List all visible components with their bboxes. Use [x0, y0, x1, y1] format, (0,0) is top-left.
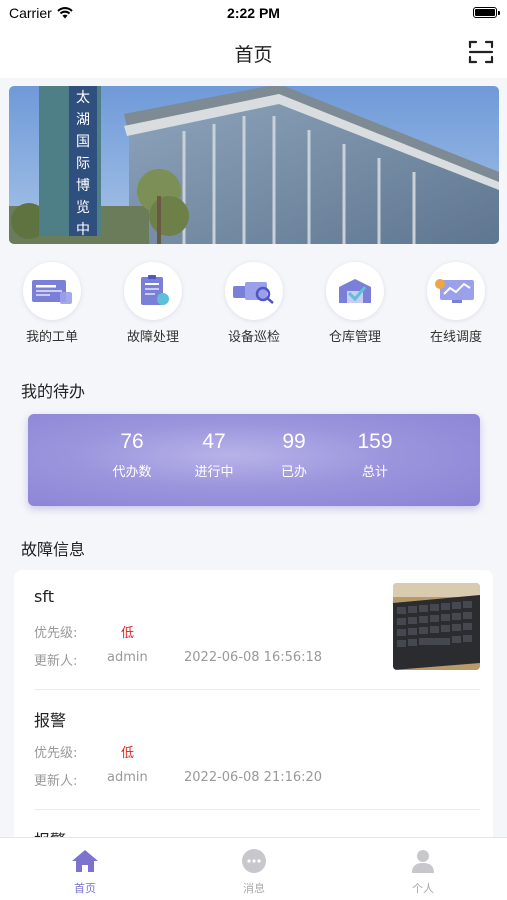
updater-label: 更新人: [34, 654, 78, 669]
updated-at: 2022-06-08 21:16:20 [184, 770, 323, 785]
online-dispatch-icon [427, 262, 485, 320]
banner-sign-char: 湖 [76, 112, 90, 128]
quick-action-work-order[interactable]: 我的工单 [7, 262, 97, 345]
quick-action-label: 我的工单 [25, 330, 78, 345]
fault-priority-row: 优先级: 低 [34, 742, 334, 761]
work-order-icon [23, 262, 81, 320]
battery-icon [473, 7, 500, 18]
tab-bar: 首页 消息 个人 [0, 837, 507, 900]
profile-icon [412, 850, 434, 873]
updater-label: 更新人: [34, 774, 78, 789]
todo-stat-total[interactable]: 159 总计 [335, 430, 415, 480]
priority-label: 优先级: [34, 626, 78, 641]
stat-value: 47 [202, 430, 226, 453]
banner-sign-char: 博 [76, 177, 90, 194]
stat-label: 总计 [361, 465, 388, 480]
status-bar: Carrier 2:22 PM [0, 0, 507, 28]
banner-sign-char: 览 [76, 200, 90, 216]
tab-home[interactable]: 首页 [45, 848, 125, 896]
fault-priority-row: 优先级: 低 [34, 622, 334, 641]
fault-title: sft [34, 587, 54, 606]
updated-at: 2022-06-08 16:56:18 [184, 650, 323, 665]
device-inspection-icon [225, 262, 283, 320]
quick-action-label: 在线调度 [429, 330, 482, 345]
tab-label: 首页 [74, 882, 96, 895]
fault-list-item[interactable]: 报警 [34, 810, 480, 838]
todo-stat-pending[interactable]: 76 代办数 [92, 430, 172, 480]
quick-action-online-dispatch[interactable]: 在线调度 [411, 262, 501, 345]
quick-action-fault-handling[interactable]: 故障处理 [108, 262, 198, 345]
banner-sign-char: 国 [76, 134, 90, 150]
todo-summary-card[interactable]: 76 代办数 47 进行中 99 已办 159 总计 [28, 414, 480, 506]
home-icon [72, 850, 98, 872]
page-title: 首页 [234, 44, 273, 66]
quick-action-warehouse[interactable]: 仓库管理 [310, 262, 400, 345]
stat-label: 代办数 [112, 465, 152, 480]
quick-action-label: 仓库管理 [328, 330, 381, 345]
stat-label: 进行中 [194, 465, 234, 480]
banner-sign-char: 中 [76, 222, 90, 238]
quick-actions: 我的工单 故障处理 设备巡检 仓库管理 在线调度 [0, 262, 507, 345]
updater-value: admin [107, 770, 148, 785]
updater-value: admin [107, 650, 148, 665]
status-time: 2:22 PM [227, 5, 280, 21]
fault-title: 报警 [34, 711, 67, 730]
priority-value: 低 [121, 746, 135, 761]
fault-list-item[interactable]: 报警 优先级: 低 更新人: admin 2022-06-08 21:16:20 [34, 690, 480, 810]
fault-handling-icon [124, 262, 182, 320]
warehouse-icon [326, 262, 384, 320]
fault-updater-row: 更新人: admin 2022-06-08 16:56:18 [34, 650, 374, 669]
banner-image[interactable]: 太 湖 国 际 博 览 中 [9, 86, 499, 244]
fault-updater-row: 更新人: admin 2022-06-08 21:16:20 [34, 770, 374, 789]
stat-value: 159 [357, 430, 393, 453]
banner-sign-char: 际 [76, 156, 90, 172]
stat-value: 76 [120, 430, 144, 453]
todo-section-title: 我的待办 [21, 382, 86, 401]
tab-label: 消息 [243, 882, 265, 895]
nav-bar: 首页 [0, 28, 507, 78]
tab-messages[interactable]: 消息 [214, 848, 294, 896]
fault-list-item[interactable]: sft 优先级: 低 更新人: admin 2022-06-08 16:56:1… [34, 570, 480, 690]
quick-action-device-inspection[interactable]: 设备巡检 [209, 262, 299, 345]
tab-profile[interactable]: 个人 [383, 848, 463, 896]
quick-action-label: 故障处理 [126, 330, 179, 345]
todo-stat-in-progress[interactable]: 47 进行中 [174, 430, 254, 480]
tab-label: 个人 [412, 882, 434, 895]
priority-value: 低 [121, 626, 135, 641]
quick-action-label: 设备巡检 [227, 330, 280, 345]
fault-list: sft 优先级: 低 更新人: admin 2022-06-08 16:56:1… [14, 570, 493, 838]
stat-label: 已办 [280, 465, 307, 480]
scan-icon[interactable] [467, 38, 495, 66]
fault-section-title: 故障信息 [21, 540, 86, 559]
message-icon [242, 849, 266, 873]
fault-thumbnail[interactable] [393, 583, 480, 670]
stat-value: 99 [282, 430, 306, 453]
home-content: 太 湖 国 际 博 览 中 我的工单 故障处理 设备巡检 仓库管理 在线调度 我… [0, 78, 507, 838]
todo-stat-done[interactable]: 99 已办 [254, 430, 334, 480]
banner-sign-char: 太 [76, 90, 90, 106]
priority-label: 优先级: [34, 746, 78, 761]
